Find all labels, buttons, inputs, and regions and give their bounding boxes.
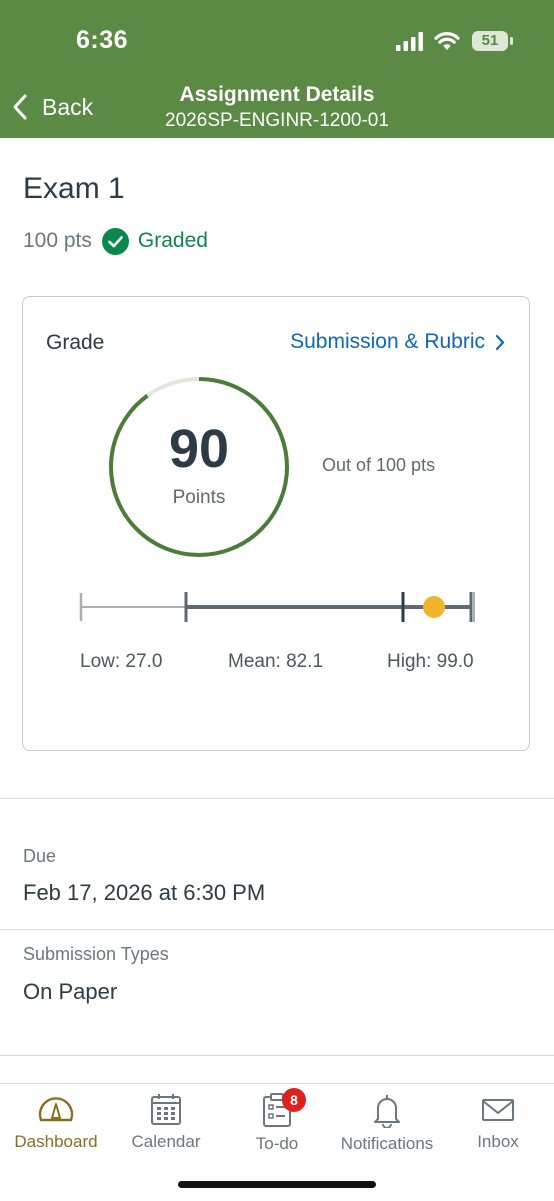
score-distribution-bar — [79, 592, 475, 622]
tab-inbox-label: Inbox — [477, 1132, 519, 1151]
battery-icon: 51 — [472, 31, 513, 51]
section-divider — [0, 929, 554, 930]
stat-mean: Mean: 82.1 — [228, 651, 324, 672]
out-of-total: Out of 100 pts — [322, 455, 436, 475]
your-score-marker — [423, 596, 445, 618]
calendar-icon — [151, 1094, 181, 1125]
graded-status: Graded — [137, 229, 208, 252]
due-value: Feb 17, 2026 at 6:30 PM — [23, 880, 266, 905]
home-indicator — [178, 1181, 376, 1188]
chevron-right-icon — [495, 334, 505, 350]
cellular-signal-icon — [396, 32, 423, 51]
dashboard-gauge-icon — [38, 1097, 74, 1122]
envelope-icon — [482, 1099, 514, 1121]
score-unit: Points — [172, 487, 226, 508]
section-divider — [0, 1055, 554, 1056]
battery-level: 51 — [481, 32, 499, 49]
status-icons: 51 — [396, 30, 513, 54]
status-time: 6:36 — [76, 26, 129, 54]
tab-notifications[interactable]: Notifications — [332, 1092, 442, 1162]
due-label: Due — [23, 846, 57, 866]
tab-dashboard[interactable]: Dashboard — [1, 1092, 111, 1162]
submission-types-label: Submission Types — [23, 944, 169, 964]
wifi-icon — [434, 32, 460, 50]
todo-count-badge: 8 — [282, 1088, 306, 1112]
course-code: 2026SP-ENGINR-1200-01 — [165, 110, 389, 131]
score-value: 90 — [168, 419, 230, 479]
assignment-meta: 100 pts Graded — [23, 226, 208, 256]
stat-high: High: 99.0 — [387, 651, 474, 672]
stat-low: Low: 27.0 — [80, 651, 163, 672]
tab-inbox[interactable]: Inbox — [443, 1092, 553, 1162]
bell-icon — [374, 1095, 400, 1128]
tab-notifications-label: Notifications — [340, 1134, 434, 1153]
page-title: Assignment Details — [179, 83, 375, 106]
assignment-points: 100 pts — [23, 229, 92, 252]
submission-types-value: On Paper — [23, 979, 118, 1004]
tab-calendar[interactable]: Calendar — [111, 1092, 221, 1162]
tab-todo[interactable]: 8 To-do — [222, 1088, 332, 1162]
tab-calendar-label: Calendar — [131, 1132, 201, 1151]
check-circle-icon — [101, 227, 129, 255]
grade-card: Grade Submission & Rubric 90 Points Out … — [22, 296, 530, 751]
tab-dashboard-label: Dashboard — [14, 1132, 98, 1151]
section-divider — [0, 798, 554, 799]
assignment-title: Exam 1 — [23, 172, 125, 205]
submission-rubric-link[interactable]: Submission & Rubric — [290, 330, 505, 354]
tab-todo-label: To-do — [255, 1134, 299, 1153]
submission-rubric-label: Submission & Rubric — [290, 330, 485, 353]
app-header: 6:36 51 Back Assignment Details 2026SP-E… — [0, 0, 554, 138]
grade-heading: Grade — [46, 331, 105, 354]
